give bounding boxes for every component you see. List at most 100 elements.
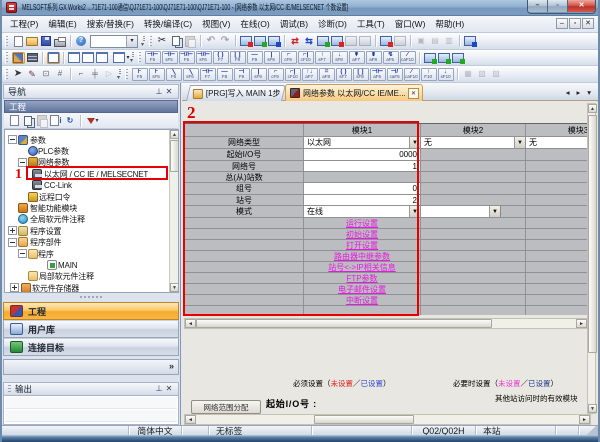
collapse-icon[interactable] [18,249,27,258]
menu-6[interactable]: 在线(O) [235,16,274,32]
collapse-icon[interactable] [8,135,17,144]
collapse-icon[interactable] [18,158,27,167]
docking-window2-icon[interactable] [82,52,95,64]
redo-icon[interactable]: ↷ [219,35,232,47]
inline-st-icon[interactable] [424,52,437,64]
dropdown-arrow-icon[interactable]: ▼ [409,137,420,148]
row-ftp-module1[interactable]: FTP参数 [304,273,421,284]
dialog-vertical-scrollbar[interactable]: ▲ ▼ [587,103,596,414]
edit-mode-icon[interactable] [438,52,451,64]
hline-write-button[interactable]: ⊣F9 [234,68,250,81]
mdi-restore-icon[interactable]: ▫ [569,18,581,29]
nav-filter-icon[interactable] [85,115,98,127]
menu-2[interactable]: 编辑(E) [43,16,81,32]
row-operation-setting-module1[interactable]: 运行设置 [304,218,421,229]
menu-4[interactable]: 转换/编译(C) [139,16,197,32]
transfer-read-icon[interactable]: ⇆ [303,35,316,47]
mdi-close-icon[interactable]: ✕ [582,18,594,29]
npulse-write-button[interactable]: ↓sF10 [438,68,454,81]
row-email-link[interactable]: 电子邮件设置 [304,285,420,294]
declaration-icon[interactable]: ╪ [89,68,102,80]
switcher-overflow-strip[interactable]: » [3,359,179,375]
watch-start-icon[interactable] [380,35,393,47]
row-group-no-module1[interactable]: 0 [304,183,421,195]
expand-icon[interactable] [8,226,17,235]
grid-scroll-right-icon[interactable]: ► [576,319,587,328]
comment-mode-icon[interactable] [452,52,465,64]
plc-read-icon[interactable] [254,35,267,47]
toolbar-combobox[interactable] [90,35,138,48]
dialog-scroll-vthumb[interactable] [588,115,597,353]
draw-line-button[interactable]: ╲F6 [166,68,182,81]
monitor-start-icon[interactable] [317,35,330,47]
menu-8[interactable]: 诊断(D) [313,16,352,32]
line-delete-button[interactable]: ⌐cF9 [268,68,284,81]
tree-item-local-comment[interactable]: 局部软元件注释 [5,271,178,283]
row-station-no-module1[interactable]: 2 [304,195,421,206]
edit-line-button[interactable]: ⊦F5 [132,68,148,81]
tree-item-program-setting[interactable]: 程序设置 [5,225,178,237]
close-contact-button[interactable]: ⊣/⊢F6 [179,51,195,64]
vline-write-button[interactable]: |sF9 [251,68,267,81]
plc-write-icon[interactable] [240,35,253,47]
nav-switch-project[interactable]: 工程 [3,302,179,320]
navigation-toggle-icon[interactable] [12,52,25,64]
output-close-icon[interactable]: ✕ [164,384,174,394]
vertical-line-button[interactable]: |sF9 [264,51,280,64]
print-icon[interactable] [54,35,67,47]
tree-item-remote-password[interactable]: 远程口令 [5,191,178,203]
restore-button[interactable]: ▫ [548,0,568,12]
grid-scroll-thumb[interactable] [196,319,492,328]
row-open-setting-module1[interactable]: 打开设置 [304,240,421,251]
expand-icon[interactable] [10,283,19,292]
pulse-contact-button[interactable]: ↑↓aF7 [302,68,318,81]
select-mode-icon[interactable]: ➤ [12,68,25,80]
row-email-module1[interactable]: 电子邮件设置 [304,284,421,295]
menu-10[interactable]: 窗口(W) [390,16,431,32]
tree-item-main[interactable]: MAIN [5,259,178,271]
connect-line-button[interactable]: —F8 [217,68,233,81]
row-initial-setting-link[interactable]: 初始设置 [304,230,420,239]
device-test-icon[interactable]: ▣ [415,35,428,47]
close-panel-icon[interactable]: ✕ [164,87,174,97]
row-ftp-link[interactable]: FTP参数 [304,274,420,283]
delete-vline-button[interactable]: ⌐|cF10 [298,51,314,64]
toolbar-overflow-icon[interactable] [141,35,148,48]
statement-icon[interactable] [464,35,477,47]
grid-scroll-left-icon[interactable]: ◄ [185,319,196,328]
erase-line-button[interactable]: ╲sF6 [183,68,199,81]
dialog-scroll-right-icon[interactable]: ► [579,415,590,424]
undo-icon[interactable]: ↶ [205,35,218,47]
delete-line-button[interactable]: ⊦sF5 [149,68,165,81]
tab-network-parameter[interactable]: 网络参数 以太网/CC IE/ME...✕ [285,84,423,101]
row-interrupt-link[interactable]: 中断设置 [304,296,420,305]
invert-result-button[interactable]: ∕caF10 [400,51,416,64]
device-comment-icon[interactable]: ⊡ [40,68,53,80]
open-contact-button[interactable]: ⊣⊢F5 [145,51,161,64]
all-window-icon[interactable]: ▷ [103,68,116,80]
pin-icon[interactable]: ⊥ [154,87,164,97]
tree-item-parameter[interactable]: 参数 [5,134,178,146]
new-file-icon[interactable] [12,35,25,47]
row-router-relay-module1[interactable]: 路由器中继参数 [304,251,421,262]
interlock-icon[interactable]: ✎ [26,68,39,80]
row-network-type-module1[interactable]: 以太网▼ [304,137,421,149]
tree-item-network-parameter[interactable]: 网络参数 [5,157,178,169]
dialog-scroll-down-icon[interactable]: ▼ [588,404,597,413]
monitor-stop-icon[interactable] [331,35,344,47]
resize-grip-icon[interactable] [585,426,597,435]
plc-verify-icon[interactable] [268,35,281,47]
paste-icon[interactable] [184,35,197,47]
falling-branch-button[interactable]: ⇟aF8 [366,51,382,64]
menu-1[interactable]: 工程(P) [5,16,43,32]
compare-contact-button[interactable]: =aF8 [319,68,335,81]
grid-horizontal-scrollbar[interactable]: ◄ ► [184,318,588,329]
application-instruction-button[interactable]: [ ]F8 [230,51,246,64]
cut-icon[interactable]: ✂ [156,35,169,47]
rising-branch-button[interactable]: ⇞aF7 [349,51,365,64]
save-project-icon[interactable] [40,35,53,47]
panel-splitter[interactable] [2,293,180,300]
tab-prg-main[interactable]: [PRG]写入 MAIN 1步 [186,85,286,101]
falling-pulse-button[interactable]: ↓sF8 [332,51,348,64]
row-network-no-module1[interactable]: 1 [304,161,421,172]
